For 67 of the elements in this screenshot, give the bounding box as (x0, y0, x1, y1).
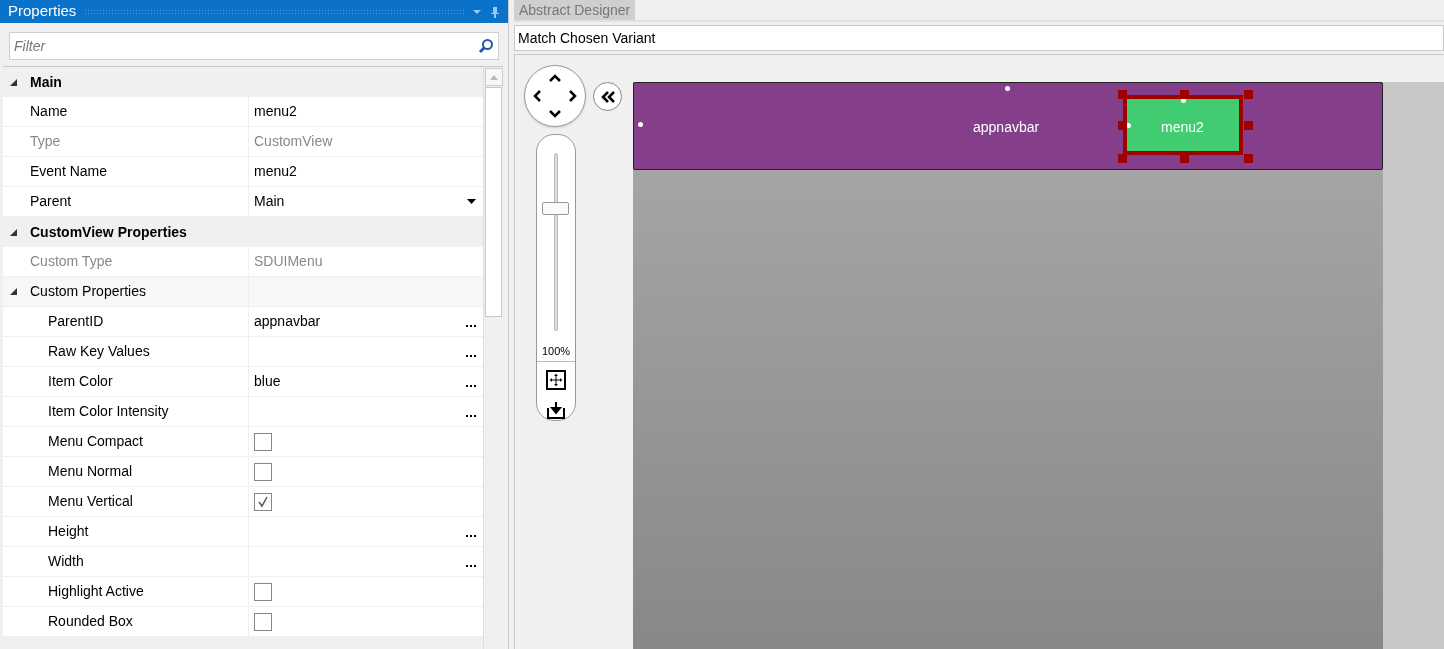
view-label: appnavbar (973, 118, 1040, 137)
property-value[interactable]: blue (254, 371, 462, 392)
view-box[interactable] (1123, 95, 1243, 155)
dropdown-icon[interactable] (472, 8, 482, 15)
dropdown-arrow-icon[interactable] (467, 199, 476, 204)
property-value[interactable]: appnavbar (254, 311, 462, 332)
checkbox[interactable] (254, 462, 272, 481)
category-label[interactable]: CustomView Properties (30, 221, 187, 243)
expanded-triangle-icon[interactable] (9, 227, 18, 237)
panel-title: Properties (8, 1, 77, 22)
property-label: Item Color Intensity (48, 402, 169, 421)
ellipsis-icon[interactable] (466, 384, 476, 387)
ellipsis-icon[interactable] (466, 414, 476, 417)
resize-handle[interactable] (1180, 90, 1189, 99)
fit-to-screen-icon[interactable] (546, 370, 566, 390)
property-label: Name (30, 102, 68, 121)
expanded-triangle-icon[interactable] (9, 287, 18, 296)
variant-field[interactable]: Match Chosen Variant (514, 25, 1444, 51)
resize-handle[interactable] (1244, 90, 1253, 99)
zoom-reading: 100% (541, 343, 571, 359)
property-label: Type (30, 132, 61, 151)
resize-handle[interactable] (1118, 121, 1127, 130)
checkbox[interactable] (254, 582, 272, 601)
resize-handle[interactable] (1180, 154, 1189, 163)
property-label: Rounded Box (48, 612, 133, 631)
scrollbar[interactable] (483, 67, 503, 649)
ellipsis-icon[interactable] (466, 354, 476, 357)
checkbox[interactable] (254, 432, 272, 451)
property-label: Custom Properties (30, 282, 146, 301)
property-label: ParentID (48, 312, 104, 331)
ellipsis-icon[interactable] (466, 564, 476, 567)
property-value[interactable]: menu2 (254, 101, 478, 122)
checkbox[interactable] (254, 492, 272, 511)
resize-handle[interactable] (1118, 154, 1127, 163)
property-label: Highlight Active (48, 582, 144, 601)
property-label: Menu Vertical (48, 492, 133, 511)
view-label: menu2 (1161, 118, 1204, 137)
resize-handle[interactable] (1244, 121, 1253, 130)
property-label: Custom Type (30, 252, 113, 271)
resize-handle[interactable] (1118, 90, 1127, 99)
property-value[interactable]: Main (254, 191, 463, 212)
download-icon[interactable] (546, 400, 566, 420)
property-label: Menu Normal (48, 462, 133, 481)
property-label: Event Name (30, 162, 108, 181)
checkbox[interactable] (254, 612, 272, 631)
scroll-thumb[interactable] (485, 87, 502, 317)
ellipsis-icon[interactable] (466, 324, 476, 327)
scroll-up-icon[interactable] (489, 74, 498, 80)
collapse-button[interactable] (593, 82, 622, 111)
filter-field[interactable]: Filter (9, 32, 499, 60)
pin-icon[interactable] (490, 5, 500, 18)
property-label: Width (48, 552, 84, 571)
property-label: Parent (30, 192, 72, 211)
category-label[interactable]: Main (30, 71, 62, 93)
expanded-triangle-icon[interactable] (9, 77, 18, 87)
property-label: Menu Compact (48, 432, 143, 451)
property-label: Height (48, 522, 89, 541)
search-icon[interactable] (478, 38, 494, 54)
resize-handle[interactable] (1244, 154, 1253, 163)
double-chevron-icon (599, 90, 616, 103)
slider-thumb[interactable] (542, 201, 569, 215)
ellipsis-icon[interactable] (466, 534, 476, 537)
property-label: Raw Key Values (48, 342, 150, 361)
property-value[interactable]: menu2 (254, 161, 478, 182)
property-label: Item Color (48, 372, 113, 391)
pan-control[interactable] (524, 65, 586, 127)
pan-arrows-icon (532, 73, 578, 119)
